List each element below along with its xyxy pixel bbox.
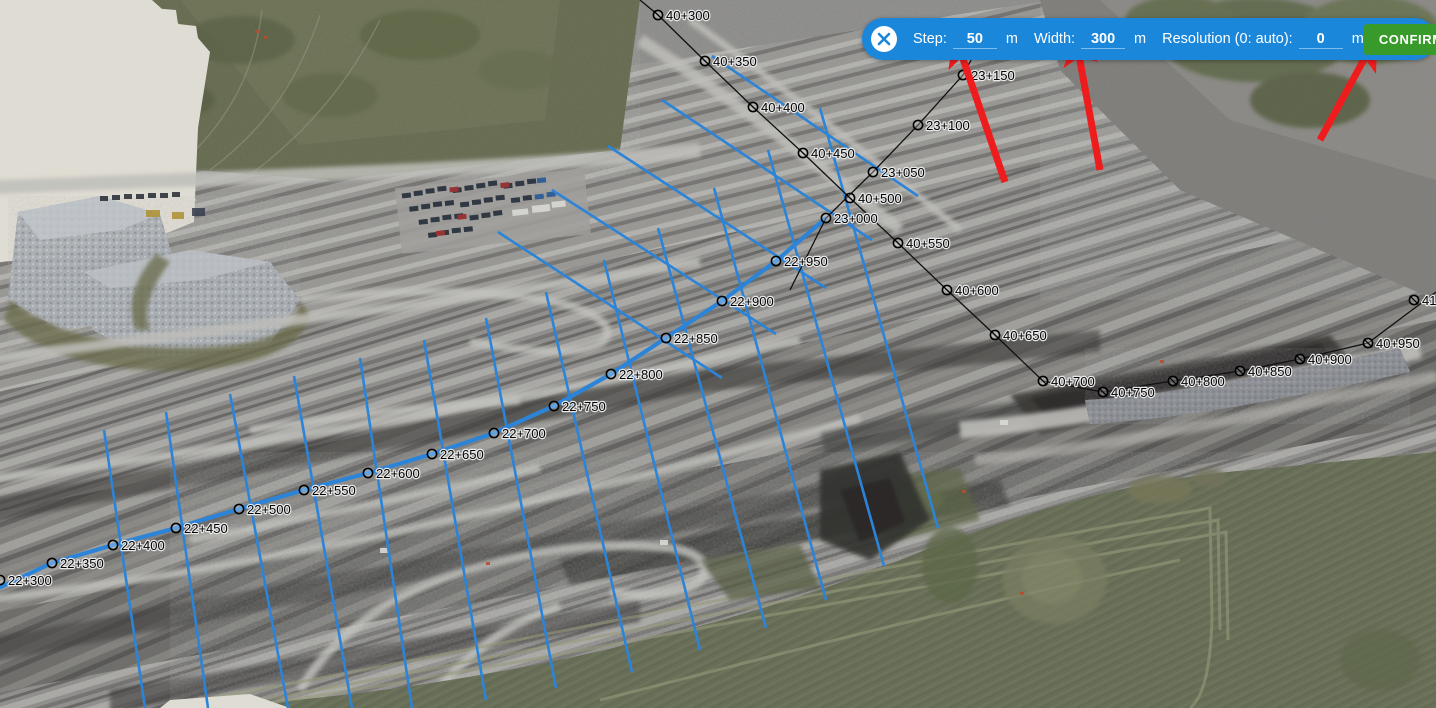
step-unit: m <box>1005 31 1018 47</box>
station-label: 22+800 <box>619 367 663 382</box>
alignment-canvas: 22+300 22+350 22+400 22+450 22+500 22+550 22+6… <box>0 0 1436 708</box>
station-marker[interactable]: 40+400 <box>747 99 806 116</box>
station-label: 23+150 <box>971 68 1015 83</box>
station-label: 22+850 <box>674 331 718 346</box>
active-alignment-polyline[interactable] <box>0 216 828 592</box>
station-marker[interactable]: 40+500 <box>844 190 903 207</box>
station-label: 40+300 <box>666 8 710 23</box>
station-label: 41 <box>1422 293 1436 308</box>
station-marker[interactable]: 40+800 <box>1167 373 1226 390</box>
station-marker[interactable]: 22+750 <box>548 398 607 415</box>
station-marker[interactable]: 22+350 <box>46 555 105 572</box>
station-label: 22+500 <box>247 502 291 517</box>
station-label: 22+750 <box>562 399 606 414</box>
station-marker[interactable]: 40+550 <box>892 235 951 252</box>
station-marker[interactable]: 40+650 <box>989 327 1048 344</box>
station-marker[interactable]: 40+350 <box>699 53 758 70</box>
station-label: 23+050 <box>881 165 925 180</box>
station-marker[interactable]: 22+300 <box>0 572 53 589</box>
station-marker[interactable]: 40+600 <box>941 282 1000 299</box>
station-marker[interactable]: 22+550 <box>298 482 357 499</box>
station-label: 23+100 <box>926 118 970 133</box>
resolution-input[interactable] <box>1298 29 1343 49</box>
station-marker[interactable]: 22+650 <box>426 446 485 463</box>
station-label: 22+650 <box>440 447 484 462</box>
station-label: 22+350 <box>60 556 104 571</box>
station-label: 40+900 <box>1308 352 1352 367</box>
station-label: 40+950 <box>1376 336 1420 351</box>
station-label: 23+000 <box>834 211 878 226</box>
station-marker[interactable]: 41 <box>1408 292 1436 309</box>
station-label: 22+700 <box>502 426 546 441</box>
station-marker[interactable]: 22+500 <box>233 501 292 518</box>
station-label: 40+600 <box>955 283 999 298</box>
width-label: Width: <box>1033 31 1076 47</box>
station-label: 22+300 <box>8 573 52 588</box>
station-label: 22+600 <box>376 466 420 481</box>
station-label: 22+550 <box>312 483 356 498</box>
station-marker[interactable]: 23+150 <box>957 67 1016 84</box>
station-marker[interactable]: 40+300 <box>652 7 711 24</box>
station-label: 22+950 <box>784 254 828 269</box>
station-marker[interactable]: 40+700 <box>1037 373 1096 390</box>
station-marker[interactable]: 22+700 <box>488 425 547 442</box>
resolution-unit: m <box>1351 31 1364 47</box>
station-label: 22+900 <box>730 294 774 309</box>
step-label: Step: <box>913 31 947 47</box>
step-input[interactable] <box>952 29 997 49</box>
station-label: 40+550 <box>906 236 950 251</box>
station-marker[interactable]: 40+450 <box>797 145 856 162</box>
map-application-window: 22+300 22+350 22+400 22+450 22+500 22+550 22+6… <box>0 0 1436 708</box>
station-label: 22+450 <box>184 521 228 536</box>
station-marker-layer: 22+300 22+350 22+400 22+450 22+500 22+550 22+6… <box>0 7 1436 589</box>
resolution-label: Resolution (0: auto): <box>1162 31 1293 47</box>
station-marker[interactable]: 40+900 <box>1294 351 1353 368</box>
station-marker[interactable]: 22+400 <box>107 537 166 554</box>
station-marker[interactable]: 22+600 <box>362 465 421 482</box>
station-label: 40+450 <box>811 146 855 161</box>
station-marker[interactable]: 40+850 <box>1234 363 1293 380</box>
station-label: 40+800 <box>1181 374 1225 389</box>
station-label: 40+500 <box>858 191 902 206</box>
station-label: 22+400 <box>121 538 165 553</box>
station-label: 40+650 <box>1003 328 1047 343</box>
station-marker[interactable]: 40+750 <box>1097 384 1156 401</box>
close-toolbar-button[interactable] <box>871 26 897 52</box>
width-unit: m <box>1134 31 1147 47</box>
station-marker[interactable]: 40+950 <box>1362 335 1421 352</box>
cross-section-settings-toolbar: Step: m Width: m Resolution (0: auto): m… <box>862 18 1436 60</box>
station-marker[interactable]: 22+450 <box>170 520 229 537</box>
station-label: 40+850 <box>1248 364 1292 379</box>
alignment-overlay: 22+300 22+350 22+400 22+450 22+500 22+550 22+6… <box>0 0 1436 708</box>
station-label: 40+750 <box>1111 385 1155 400</box>
width-input[interactable] <box>1081 29 1126 49</box>
confirm-button[interactable]: CONFIRM <box>1363 23 1436 55</box>
station-label: 40+350 <box>713 54 757 69</box>
station-label: 40+700 <box>1051 374 1095 389</box>
station-label: 40+400 <box>761 100 805 115</box>
